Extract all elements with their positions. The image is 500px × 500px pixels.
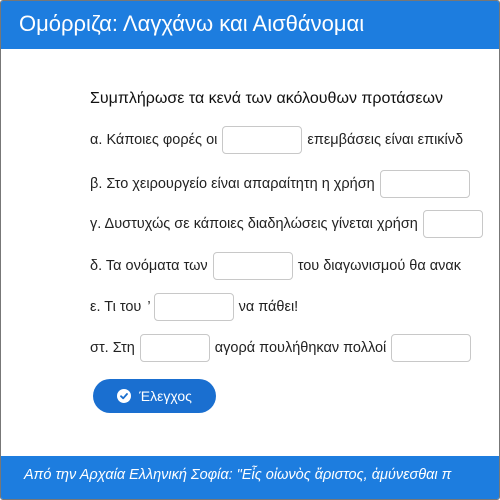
check-button-label: Έλεγχος <box>139 388 192 404</box>
question-f-after: αγορά πουλήθηκαν πολλοί <box>214 340 387 356</box>
answer-input-f2[interactable] <box>391 334 472 362</box>
footer-bar: Από την Αρχαία Ελληνική Σοφία: "Εἷς οἰων… <box>1 456 499 499</box>
question-row-e: ε. Τι του ’ να πάθει! <box>90 292 298 322</box>
answer-input-c[interactable] <box>422 210 483 238</box>
answer-input-e[interactable] <box>153 293 234 321</box>
question-b-before: β. Στο χειρουργείο είναι απαραίτητη η χρ… <box>90 176 375 192</box>
question-row-b: β. Στο χειρουργείο είναι απαραίτητη η χρ… <box>90 169 475 199</box>
question-row-d: δ. Τα ονόματα των του διαγωνισμού θα ανα… <box>90 251 461 281</box>
question-d-before: δ. Τα ονόματα των <box>90 258 208 274</box>
app-window: Ομόρριζα: Λαγχάνω και Αισθάνομαι Συμπλήρ… <box>0 0 500 500</box>
check-button[interactable]: Έλεγχος <box>93 379 216 413</box>
question-row-c: γ. Δυστυχώς σε κάποιες διαδηλώσεις γίνετ… <box>90 209 488 239</box>
answer-input-d[interactable] <box>212 252 293 280</box>
question-e-before: ε. Τι του <box>90 299 142 315</box>
answer-input-b[interactable] <box>379 170 470 198</box>
answer-input-f[interactable] <box>139 334 210 362</box>
check-circle-icon <box>117 389 132 403</box>
page-title: Ομόρριζα: Λαγχάνω και Αισθάνομαι <box>19 11 365 36</box>
footer-quote: Από την Αρχαία Ελληνική Σοφία: "Εἷς οἰων… <box>24 467 452 483</box>
answer-input-a[interactable] <box>222 126 303 154</box>
question-row-f: στ. Στη αγορά πουλήθηκαν πολλοί <box>90 333 476 363</box>
question-e-quote: ’ <box>147 299 151 315</box>
question-d-after: του διαγωνισμού θα ανακ <box>297 258 462 274</box>
exercise-panel: Συμπλήρωσε τα κενά των ακόλουθων προτάσε… <box>1 49 499 454</box>
question-a-before: α. Κάποιες φορές οι <box>90 132 218 148</box>
instructions-text: Συμπλήρωσε τα κενά των ακόλουθων προτάσε… <box>90 90 444 107</box>
question-a-after: επεμβάσεις είναι επικίνδ <box>307 132 464 148</box>
header-bar: Ομόρριζα: Λαγχάνω και Αισθάνομαι <box>1 1 499 49</box>
question-c-before: γ. Δυστυχώς σε κάποιες διαδηλώσεις γίνετ… <box>90 216 418 232</box>
question-f-before: στ. Στη <box>90 340 135 356</box>
question-e-after: να πάθει! <box>238 299 299 315</box>
question-row-a: α. Κάποιες φορές οι επεμβάσεις είναι επι… <box>90 125 463 155</box>
